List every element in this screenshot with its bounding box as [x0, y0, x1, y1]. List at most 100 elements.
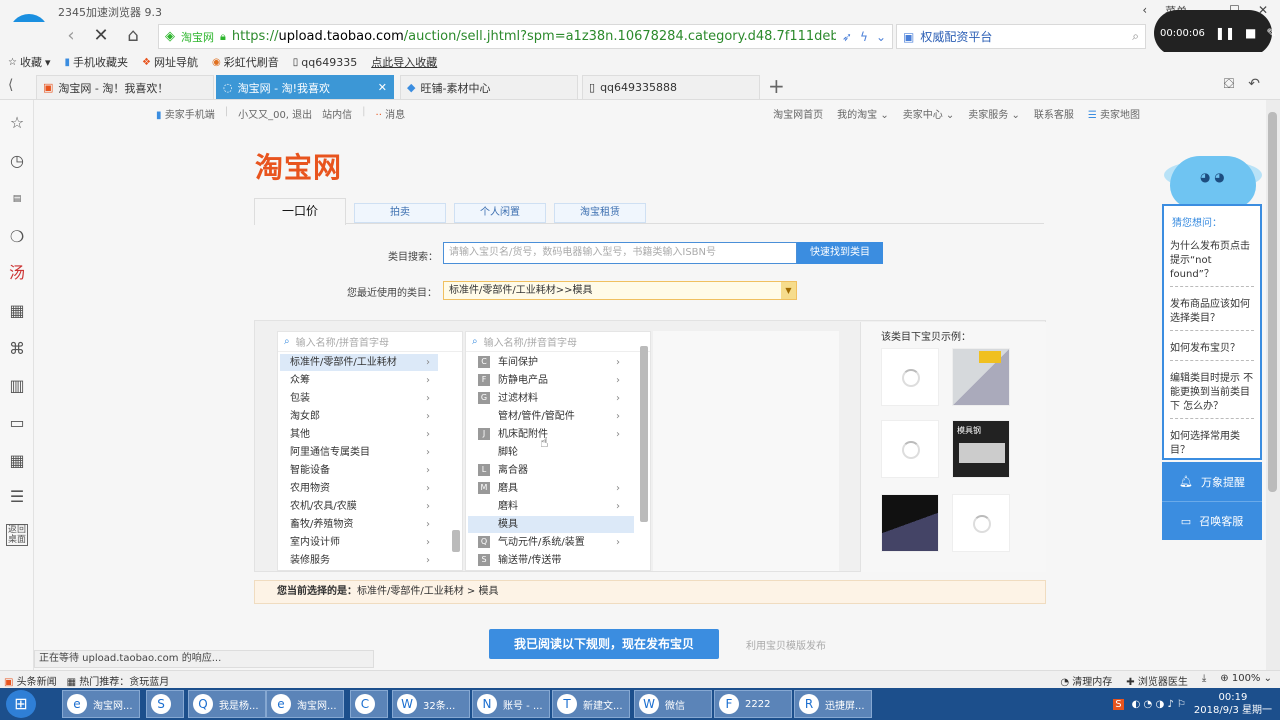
taskbar-item[interactable]: S [146, 690, 184, 718]
favorites-icon[interactable]: ☆ [6, 112, 28, 134]
category-item[interactable]: 包装 › [280, 390, 438, 407]
subcategory-item[interactable]: 脚轮 [468, 444, 634, 461]
help-question[interactable]: 如何发布宝贝？ [1170, 342, 1254, 361]
search-icon[interactable]: ⌕ [1132, 29, 1139, 44]
column-1-scrollbar[interactable] [452, 530, 460, 552]
calculator-icon[interactable]: ▦ [6, 450, 28, 472]
contact-service-link[interactable]: 联系客服 [1034, 106, 1074, 121]
lightning-icon[interactable]: ϟ [860, 30, 868, 44]
seller-map-link[interactable]: ☰ 卖家地图 [1088, 106, 1140, 121]
customer-service-button[interactable]: ▭ 召唤客服 [1162, 502, 1262, 540]
address-bar[interactable]: ◈ 淘宝网 🔒︎ https://upload.taobao.com/aucti… [158, 24, 893, 49]
tab-scroll-left-icon[interactable]: ⟨ [8, 77, 13, 93]
video-icon[interactable]: ▥ [6, 375, 28, 397]
bookmark-item[interactable]: ▯ qq649335 [293, 56, 357, 69]
browser-doctor-button[interactable]: ✚ 浏览器医生 [1126, 673, 1188, 688]
pause-icon[interactable]: ❚❚ [1215, 26, 1235, 40]
subcategory-item[interactable]: M 磨具 › [468, 480, 634, 497]
messages-link[interactable]: ·· 消息 [376, 106, 406, 121]
category-item[interactable]: 众筹 › [280, 372, 438, 389]
publish-button[interactable]: 我已阅读以下规则，现在发布宝贝 [489, 629, 719, 659]
find-category-button[interactable]: 快速找到类目 [797, 242, 883, 264]
bookmark-item[interactable]: ❖ 网址导航 [142, 54, 198, 70]
category-item[interactable]: 农用物资 › [280, 480, 438, 497]
reminder-button[interactable]: 🔔︎ 万象提醒 [1162, 462, 1262, 502]
tab-rental[interactable]: 淘宝租赁 [554, 203, 646, 223]
stop-square-icon[interactable]: ■ [1245, 26, 1256, 40]
help-question[interactable]: 如何选择常用类目？ [1170, 430, 1254, 463]
example-mold-image[interactable] [952, 348, 1010, 406]
subcategory-item[interactable]: C 车间保护 › [468, 354, 634, 371]
column-search-input[interactable]: ⌕ 输入名称/拼音首字母 [278, 332, 462, 352]
back-icon[interactable]: ‹ [60, 26, 82, 48]
page-scroll-thumb[interactable] [1268, 112, 1277, 492]
category-item[interactable]: 智能设备 › [280, 462, 438, 479]
ime-icon[interactable]: S [1113, 698, 1124, 710]
subcategory-item[interactable]: G 过滤材料 › [468, 390, 634, 407]
recent-category-select[interactable]: 标准件/零部件/工业耗材>>模具 ▼ [443, 281, 797, 300]
tab-wangpu[interactable]: ◆ 旺铺-素材中心 [400, 75, 578, 99]
category-item[interactable]: 淘女郎 › [280, 408, 438, 425]
store-icon[interactable]: ⛋ [1224, 76, 1235, 92]
tab-auction[interactable]: 拍卖 [354, 203, 446, 223]
category-item[interactable]: 畜牧/养殖物资 › [280, 516, 438, 533]
tab-close-icon[interactable]: ✕ [378, 81, 387, 94]
category-item[interactable]: 装修服务 › [280, 552, 438, 569]
subcategory-item[interactable]: S 输送带/传送带 [468, 552, 634, 569]
clean-memory-button[interactable]: ◔ 清理内存 [1060, 673, 1112, 688]
chevron-down-icon[interactable]: ▼ [781, 282, 796, 299]
help-question[interactable]: 编辑类目时提示 不能更换到当前类目下 怎么办？ [1170, 372, 1254, 419]
tab-fixed-price[interactable]: 一口价 [254, 198, 346, 225]
taskbar-item[interactable]: W 32条... [392, 690, 470, 718]
tray-icons[interactable]: ◐ ◔ ◑ ♪ ⚐ [1132, 699, 1186, 710]
desktop-icon[interactable]: ▭ [6, 412, 28, 434]
my-taobao-link[interactable]: 我的淘宝 ⌄ [837, 106, 889, 121]
subcategory-item[interactable]: L 离合器 [468, 462, 634, 479]
url-text[interactable]: https://upload.taobao.com/auction/sell.j… [232, 29, 836, 44]
tab-taobao-1[interactable]: ▣ 淘宝网 - 淘！我喜欢！ [36, 75, 214, 99]
seller-center-link[interactable]: 卖家中心 ⌄ [903, 106, 955, 121]
taobao-home-link[interactable]: 淘宝网首页 [773, 106, 823, 121]
zoom-control[interactable]: ⊕ 100% ⌄ [1220, 673, 1272, 688]
undo-icon[interactable]: ↶ [1248, 76, 1260, 92]
calendar-icon[interactable]: ▦ [6, 300, 28, 322]
category-item[interactable]: 阿里通信专属类目 › [280, 444, 438, 461]
bookmark-item[interactable]: ☆ 收藏 ▾ [8, 54, 51, 70]
tab-qq[interactable]: ▯ qq649335888 [582, 75, 760, 99]
seller-mobile-link[interactable]: ▮ 卖家手机端 [156, 106, 215, 121]
subcategory-item[interactable]: 管材/管件/管配件 › [468, 408, 634, 425]
news-icon[interactable]: ▤ [6, 188, 28, 210]
game-logo-icon[interactable]: 汤 [6, 262, 28, 284]
bookmark-item[interactable]: ▮ 手机收藏夹 [65, 54, 129, 70]
stop-icon[interactable]: ✕ [90, 26, 112, 48]
search-box[interactable]: ▣ 权威配资平台 ⌕ [896, 24, 1146, 49]
column-2-scrollbar[interactable] [640, 346, 648, 522]
subcategory-item[interactable]: F 防静电产品 › [468, 372, 634, 389]
clock[interactable]: 00:19 2018/9/3 星期一 [1194, 691, 1272, 717]
column-search-input[interactable]: ⌕ 输入名称/拼音首字母 [466, 332, 650, 352]
taskbar-item[interactable]: e 淘宝网... [62, 690, 140, 718]
pen-icon[interactable]: ✎ [1266, 26, 1276, 40]
example-dark-image[interactable] [881, 494, 939, 552]
taskbar-item[interactable]: T 新建文... [552, 690, 630, 718]
hot-recommend[interactable]: ▦ 热门推荐：贪玩蓝月 [67, 673, 170, 688]
inbox-link[interactable]: 站内信 [322, 106, 352, 121]
back-arrow-icon[interactable]: ‹ [1142, 3, 1147, 19]
chat-icon[interactable]: ❍ [6, 226, 28, 248]
taobao-logo[interactable]: 淘宝网 [255, 146, 342, 186]
subcategory-item[interactable]: Q 气动元件/系统/装置 › [468, 534, 634, 551]
gamepad-icon[interactable]: ⌘ [6, 338, 28, 360]
taskbar-item[interactable]: N 账号 - ... [472, 690, 550, 718]
category-item[interactable]: 室内设计师 › [280, 534, 438, 551]
new-tab-icon[interactable]: + [768, 74, 785, 98]
return-desktop-icon[interactable]: 返回桌面 [6, 524, 28, 546]
bookmark-item[interactable]: ◉ 彩虹代刷音 [212, 54, 279, 70]
example-steel-image[interactable]: 模具钢 [952, 420, 1010, 478]
tab-personal-idle[interactable]: 个人闲置 [454, 203, 546, 223]
subcategory-item[interactable]: 模具 [468, 516, 634, 533]
chevron-down-icon[interactable]: ⌄ [876, 30, 886, 44]
category-item[interactable]: 其他 › [280, 426, 438, 443]
seller-service-link[interactable]: 卖家服务 ⌄ [968, 106, 1020, 121]
taskbar-item[interactable]: F 2222 [714, 690, 792, 718]
category-item[interactable]: 农机/农具/农膜 › [280, 498, 438, 515]
